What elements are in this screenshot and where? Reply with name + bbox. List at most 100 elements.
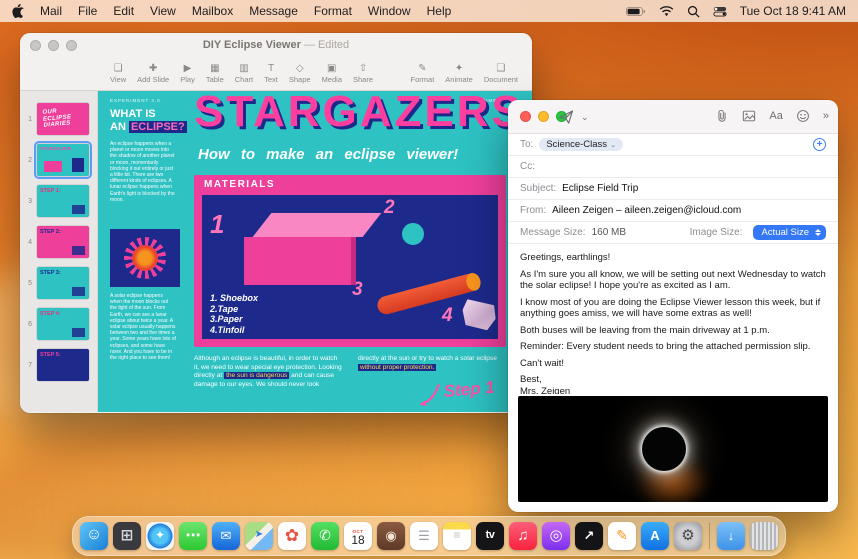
toolbar-button-icon: ▣ [327, 63, 337, 74]
menu-item[interactable]: Edit [113, 4, 134, 18]
send-button[interactable] [558, 109, 574, 125]
apple-menu-icon[interactable] [12, 4, 24, 18]
menu-item[interactable]: Mailbox [192, 4, 233, 18]
slide-navigator[interactable]: 1 OUR ECLIPSE DIARIES 2 STARGAZER 3 STEP… [20, 91, 98, 412]
subject-field[interactable]: Subject: Eclipse Field Trip [508, 178, 838, 200]
dock-app-icon: ◎ [549, 526, 563, 544]
toolbar-button[interactable]: ◇ Shape [289, 63, 311, 84]
slide-thumbnail[interactable]: 5 STEP 3: [24, 267, 91, 299]
shoebox-top-face [252, 213, 382, 237]
dock-item[interactable]: ◎ [542, 522, 570, 550]
dock-item[interactable]: A [641, 522, 669, 550]
image-size-popup-button[interactable]: Actual Size [753, 225, 826, 240]
dock-item[interactable]: ✎ [608, 522, 636, 550]
thumbnail-preview[interactable]: STEP 3: [37, 267, 89, 299]
toolbar-button[interactable]: ▶ Play [180, 63, 195, 84]
dock-item[interactable]: tv [476, 522, 504, 550]
from-field[interactable]: From: Aileen Zeigen – aileen.zeigen@iclo… [508, 200, 838, 222]
minimize-button[interactable] [538, 111, 549, 122]
toolbar-button[interactable]: ▥ Chart [235, 63, 253, 84]
minimize-button[interactable] [48, 39, 59, 51]
search-icon[interactable] [687, 5, 700, 18]
toolbar-button[interactable]: ❏ View [110, 63, 126, 84]
window-traffic-lights[interactable] [30, 39, 77, 51]
thumbnail-preview[interactable]: OUR ECLIPSE DIARIES [37, 103, 89, 135]
dock-item[interactable]: ✿ [278, 522, 306, 550]
dock-item[interactable]: OCT 18 [344, 522, 372, 550]
close-button[interactable] [520, 111, 531, 122]
wifi-icon[interactable] [659, 5, 674, 17]
toolbar-button[interactable]: ❑ Document [484, 63, 518, 84]
thumbnail-preview[interactable]: STEP 2: [37, 226, 89, 258]
slide-thumbnail[interactable]: 3 STEP 1: [24, 185, 91, 217]
dock-item[interactable]: ♫ [509, 522, 537, 550]
to-field[interactable]: To: Science-Class ⌄ + [508, 134, 838, 156]
dock-item[interactable]: ✉ [212, 522, 240, 550]
insert-photo-button[interactable] [742, 109, 756, 123]
dock-item[interactable]: ☰ [410, 522, 438, 550]
dock-app-icon: ♫ [517, 526, 529, 544]
dock-item[interactable]: ➤ [245, 522, 273, 550]
thumbnail-preview[interactable]: STEP 1: [37, 185, 89, 217]
dock-item[interactable]: ≡ [443, 522, 471, 550]
dock-item[interactable]: ✆ [311, 522, 339, 550]
dock-item[interactable] [750, 522, 778, 550]
toolbar-button[interactable]: ▦ Table [206, 63, 224, 84]
attached-eclipse-photo[interactable] [518, 396, 828, 502]
dock-app-icon: ✉ [220, 527, 232, 543]
send-options-chevron-icon[interactable]: ⌄ [581, 112, 589, 123]
slide-thumbnail[interactable]: 2 STARGAZER [24, 141, 92, 179]
mail-toolbar[interactable]: ⌄ Aa » [508, 100, 838, 134]
menu-item[interactable]: File [78, 4, 97, 18]
toolbar-button[interactable]: T Text [264, 63, 278, 84]
menu-item[interactable]: View [150, 4, 176, 18]
dock-item[interactable]: ◉ [377, 522, 405, 550]
dock-item[interactable]: ↗ [575, 522, 603, 550]
slide-thumbnail[interactable]: 1 OUR ECLIPSE DIARIES [24, 103, 91, 135]
thumbnail-preview[interactable]: STEP 4: [37, 308, 89, 340]
dock-item[interactable]: ⚙ [674, 522, 702, 550]
toolbar-button[interactable]: ✦ Animate [445, 63, 473, 84]
attach-file-button[interactable] [715, 109, 729, 123]
recipient-token[interactable]: Science-Class ⌄ [539, 138, 623, 151]
dock-item[interactable]: ⊞ [113, 522, 141, 550]
toolbar-overflow-chevron-icon[interactable]: » [823, 110, 829, 122]
battery-icon[interactable] [625, 6, 646, 17]
dock: ☺ ⊞ ✦ ⋯ ✉ ➤ ✿ ✆ OCT 18 ◉ ☰ ≡ tv ♫ ◎ ↗ ✎ … [72, 516, 786, 556]
toolbar-button[interactable]: ▣ Media [322, 63, 342, 84]
add-recipient-button[interactable]: + [813, 138, 826, 151]
thumbnail-preview[interactable]: STEP 5: [37, 349, 89, 381]
zoom-button[interactable] [66, 39, 77, 51]
toolbar-button[interactable]: ✚ Add Slide [137, 63, 169, 84]
emoji-button[interactable] [796, 109, 810, 123]
cc-field[interactable]: Cc: [508, 156, 838, 178]
curved-arrow-icon [419, 383, 441, 407]
menubar-clock[interactable]: Tue Oct 18 9:41 AM [740, 4, 846, 18]
toolbar-button-icon: ❏ [113, 63, 123, 74]
menu-item[interactable]: Message [249, 4, 298, 18]
dock-item[interactable]: ⋯ [179, 522, 207, 550]
tinfoil-illustration [460, 299, 498, 331]
menu-item[interactable]: Format [314, 4, 352, 18]
toolbar-button-icon: ◇ [295, 63, 304, 74]
message-body[interactable]: Greetings, earthlings! As I'm sure you al… [508, 244, 838, 394]
slide-thumbnail[interactable]: 6 STEP 4: [24, 308, 91, 340]
menu-item[interactable]: Help [427, 4, 452, 18]
dock-item[interactable]: ↓ [717, 522, 745, 550]
toolbar-button[interactable]: ✎ Format [411, 63, 435, 84]
slide-thumbnail[interactable]: 7 STEP 5: [24, 349, 91, 381]
format-text-button[interactable]: Aa [769, 110, 782, 122]
message-paragraph: Best, Mrs. Zeigen [520, 374, 571, 394]
close-button[interactable] [30, 39, 41, 51]
thumbnail-preview[interactable]: STARGAZER [34, 141, 92, 179]
slide-thumbnail[interactable]: 4 STEP 2: [24, 226, 91, 258]
slide-title: STARGAZERS [194, 91, 524, 136]
control-center-icon[interactable] [713, 6, 727, 17]
menu-item[interactable]: Window [368, 4, 411, 18]
menu-item[interactable]: Mail [40, 4, 62, 18]
keynote-title-bar[interactable]: DIY Eclipse Viewer — Edited [20, 33, 532, 57]
toolbar-button[interactable]: ⇧ Share [353, 63, 373, 84]
dock-item[interactable]: ☺ [80, 522, 108, 550]
slide-canvas[interactable]: EXPERIMENT 4.0 EXPERIMENT #11 WHAT IS AN… [98, 91, 532, 412]
dock-item[interactable]: ✦ [146, 522, 174, 550]
